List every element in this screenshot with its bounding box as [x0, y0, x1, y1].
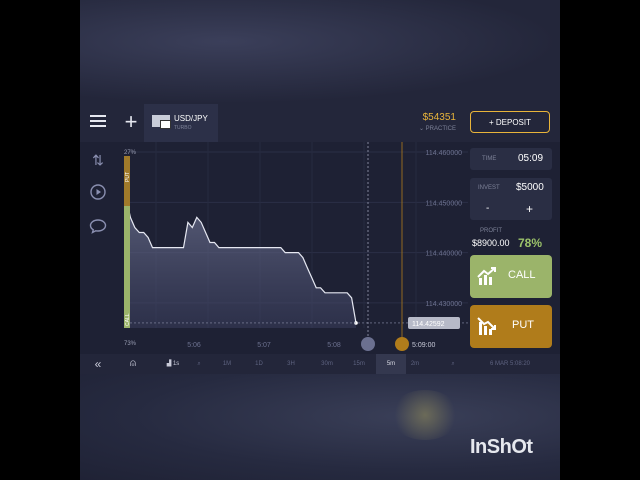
- expiry-time-label: 5:09:00: [412, 342, 435, 349]
- profit-percent: 78%: [518, 236, 543, 250]
- time-tick-label: 5:08: [327, 342, 341, 349]
- blurred-background-bottom: [80, 374, 560, 480]
- bottom-bar: « ⍝ ▟ 1s ⌕ ⌕ 6 MAR 5:08:20 1M 1D 3H 30m 15m 5…: [80, 354, 560, 374]
- chat-icon[interactable]: [88, 218, 108, 238]
- sentiment-put-label: PUT: [125, 172, 131, 182]
- background-glow: [390, 390, 460, 440]
- price-tick-label: 114.450000: [426, 200, 463, 207]
- price-area: [126, 197, 356, 328]
- time-tick-label: 5:06: [187, 342, 201, 349]
- trade-panel: TIME 05:09 INVEST $5000 - + PROFIT $8900…: [468, 142, 560, 358]
- menu-icon[interactable]: [90, 115, 106, 129]
- price-tick-label: 114.440000: [426, 251, 463, 258]
- blurred-background-top: [80, 0, 560, 104]
- zoom-out-icon[interactable]: ⌕: [192, 354, 206, 374]
- chart-type-button[interactable]: ▟ 1s: [160, 354, 186, 374]
- current-price-label: 114.42592: [412, 321, 445, 328]
- chart-svg: 114.460000 114.450000 114.440000 114.430000…: [124, 142, 468, 351]
- timeframe-5m[interactable]: 5m: [376, 354, 406, 374]
- sentiment-call-label: CALL: [125, 313, 131, 326]
- call-label: CALL: [508, 269, 536, 281]
- inshot-watermark: InShOt: [470, 436, 533, 458]
- time-label: TIME: [482, 156, 497, 162]
- account-mode[interactable]: ⌄ PRACTICE: [410, 125, 456, 132]
- timeframe-2m[interactable]: 2m: [408, 354, 422, 374]
- chart-down-icon: [477, 317, 496, 335]
- deposit-button[interactable]: + DEPOSIT: [470, 111, 550, 133]
- left-rail: ⇅: [80, 142, 116, 358]
- timeframe-1m[interactable]: 1M: [220, 354, 234, 374]
- collapse-button[interactable]: «: [90, 354, 106, 374]
- timeframe-3h[interactable]: 3H: [284, 354, 298, 374]
- put-button[interactable]: PUT: [470, 305, 552, 348]
- price-chart[interactable]: 114.460000 114.450000 114.440000 114.430000…: [116, 142, 468, 354]
- trading-app: + USD/JPY TURBO $54351 ⌄ PRACTICE + DEPO…: [80, 104, 560, 374]
- sentiment-top-label: 27%: [124, 150, 137, 156]
- sentiment-bottom-label: 73%: [124, 341, 137, 347]
- timeframe-1d[interactable]: 1D: [252, 354, 266, 374]
- profit-value: $8900.00: [472, 238, 510, 248]
- add-asset-button[interactable]: +: [120, 110, 142, 134]
- invest-box[interactable]: INVEST $5000 - +: [470, 178, 552, 220]
- tick-interval-label: 1s: [172, 361, 180, 367]
- zoom-in-icon[interactable]: ⌕: [446, 354, 460, 374]
- date-time: 6 MAR 5:08:20: [489, 361, 531, 367]
- call-button[interactable]: CALL: [470, 255, 552, 298]
- video-frame: + USD/JPY TURBO $54351 ⌄ PRACTICE + DEPO…: [80, 0, 560, 480]
- increase-invest-button[interactable]: +: [526, 202, 533, 216]
- asset-type: TURBO: [174, 125, 192, 131]
- timeframe-15m[interactable]: 15m: [348, 354, 370, 374]
- time-box[interactable]: TIME 05:09: [470, 148, 552, 170]
- price-tick-label: 114.430000: [426, 301, 463, 308]
- time-tick-label: 5:07: [257, 342, 271, 349]
- timeframe-30m[interactable]: 30m: [316, 354, 338, 374]
- stopwatch-icon: [361, 337, 375, 351]
- profit-label: PROFIT: [480, 228, 502, 234]
- invest-value: $5000: [516, 182, 544, 193]
- time-value: 05:09: [518, 153, 544, 164]
- balance-value[interactable]: $54351: [410, 112, 456, 123]
- sentiment-call-fill: [124, 206, 130, 328]
- decrease-invest-button[interactable]: -: [486, 203, 489, 214]
- put-label: PUT: [512, 319, 534, 331]
- swap-arrows-icon[interactable]: ⇅: [88, 150, 108, 170]
- currency-flag-icon: [152, 115, 171, 129]
- flag-icon: [395, 337, 409, 351]
- top-bar: + USD/JPY TURBO $54351 ⌄ PRACTICE + DEPO…: [80, 104, 560, 142]
- drawing-tool-icon[interactable]: ⍝: [126, 354, 140, 374]
- chart-up-icon: [477, 267, 496, 285]
- asset-name: USD/JPY: [174, 114, 208, 123]
- invest-label: INVEST: [478, 185, 500, 191]
- play-icon[interactable]: [88, 184, 108, 204]
- asset-tab[interactable]: USD/JPY TURBO: [144, 104, 218, 142]
- price-tick-label: 114.460000: [426, 150, 463, 157]
- account-mode-label: PRACTICE: [425, 126, 456, 132]
- chevron-down-icon: ⌄: [418, 126, 426, 132]
